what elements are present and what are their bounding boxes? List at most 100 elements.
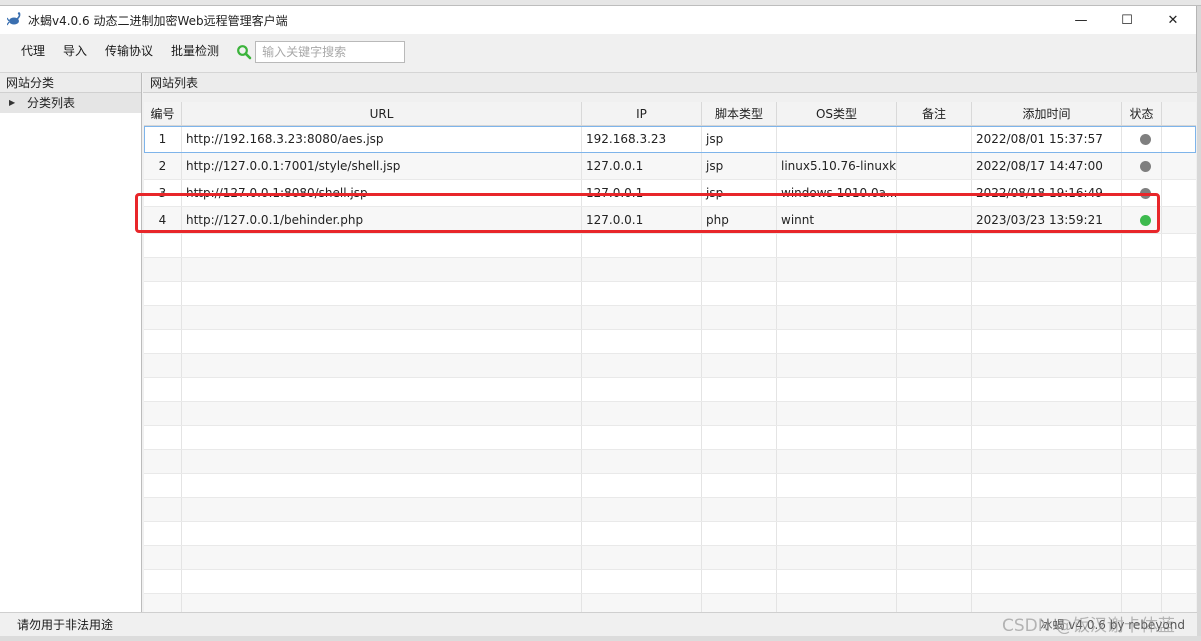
site-list-panel-header: 网站列表 [143,73,1197,93]
empty-cell [972,354,1122,377]
empty-cell [777,402,897,425]
empty-cell [1122,330,1162,353]
empty-cell [1162,522,1196,545]
empty-cell [182,354,582,377]
close-button[interactable]: ✕ [1150,6,1196,34]
main-content: 网站分类 ▶ 分类列表 网站列表 编号 URL IP 脚本类型 OS类型 备注 … [0,72,1197,618]
empty-cell [972,378,1122,401]
empty-cell [1122,258,1162,281]
scorpion-app-icon [6,12,23,28]
empty-table-row [144,378,1196,402]
empty-cell [182,522,582,545]
empty-cell [1162,474,1196,497]
empty-cell [182,498,582,521]
empty-cell [777,522,897,545]
category-panel: 网站分类 ▶ 分类列表 [0,73,142,613]
site-list-panel: 网站列表 编号 URL IP 脚本类型 OS类型 备注 添加时间 状态 1 ht… [143,73,1197,618]
empty-cell [582,546,702,569]
cell-note [897,153,972,179]
empty-table-row [144,354,1196,378]
column-header-url[interactable]: URL [182,102,582,125]
cell-status [1122,153,1162,179]
column-header-os-type[interactable]: OS类型 [777,102,897,125]
empty-cell [702,330,777,353]
empty-cell [777,570,897,593]
empty-cell [777,234,897,257]
empty-cell [972,426,1122,449]
empty-cell [582,258,702,281]
empty-cell [182,282,582,305]
menu-proxy[interactable]: 代理 [12,34,54,69]
empty-table-row [144,234,1196,258]
empty-table-row [144,522,1196,546]
empty-table-row [144,570,1196,594]
table-header: 编号 URL IP 脚本类型 OS类型 备注 添加时间 状态 [144,102,1196,126]
table-row[interactable]: 2 http://127.0.0.1:7001/style/shell.jsp … [144,153,1196,180]
empty-cell [972,522,1122,545]
empty-cell [972,546,1122,569]
empty-cell [1162,354,1196,377]
cell-url: http://192.168.3.23:8080/aes.jsp [182,126,582,152]
column-header-added-time[interactable]: 添加时间 [972,102,1122,125]
cell-ip: 192.168.3.23 [582,126,702,152]
search-input[interactable] [255,40,406,63]
cell-note [897,126,972,152]
empty-cell [702,282,777,305]
empty-table-row [144,474,1196,498]
cell-script-type: jsp [702,153,777,179]
empty-cell [582,234,702,257]
empty-cell [144,234,182,257]
empty-cell [897,474,972,497]
empty-cell [702,306,777,329]
empty-cell [777,498,897,521]
background-window-bottom-strip [0,636,1201,641]
cell-filler [1162,153,1196,179]
close-icon: ✕ [1167,12,1179,28]
empty-cell [1162,258,1196,281]
empty-cell [702,378,777,401]
empty-table-row [144,426,1196,450]
search-box [236,40,406,63]
column-header-filler [1162,102,1196,125]
menu-transport-protocol[interactable]: 传输协议 [96,34,162,69]
empty-table-row [144,306,1196,330]
empty-cell [144,282,182,305]
column-header-id[interactable]: 编号 [144,102,182,125]
tree-item-category-list[interactable]: ▶ 分类列表 [0,93,141,113]
empty-cell [897,450,972,473]
cell-url: http://127.0.0.1:7001/style/shell.jsp [182,153,582,179]
menu-batch-check[interactable]: 批量检测 [162,34,228,69]
table-row[interactable]: 1 http://192.168.3.23:8080/aes.jsp 192.1… [144,126,1196,153]
column-header-ip[interactable]: IP [582,102,702,125]
empty-cell [702,450,777,473]
empty-cell [182,450,582,473]
empty-cell [1162,306,1196,329]
empty-cell [1122,570,1162,593]
column-header-status[interactable]: 状态 [1122,102,1162,125]
empty-cell [144,474,182,497]
empty-cell [582,378,702,401]
maximize-button[interactable]: ☐ [1104,6,1150,34]
empty-cell [777,258,897,281]
empty-cell [702,426,777,449]
expand-arrow-icon[interactable]: ▶ [9,93,27,113]
empty-cell [972,306,1122,329]
column-header-script-type[interactable]: 脚本类型 [702,102,777,125]
column-header-note[interactable]: 备注 [897,102,972,125]
empty-cell [582,306,702,329]
empty-cell [182,426,582,449]
minimize-button[interactable]: — [1058,6,1104,34]
window-controls: — ☐ ✕ [1058,6,1196,34]
search-icon[interactable] [236,44,252,60]
empty-cell [144,330,182,353]
empty-cell [182,330,582,353]
legal-notice: 请勿用于非法用途 [17,618,114,632]
cell-added-time: 2022/08/01 15:37:57 [972,126,1122,152]
empty-cell [1122,402,1162,425]
highlight-annotation [135,193,1160,233]
menu-import[interactable]: 导入 [54,34,96,69]
status-dot-icon [1140,134,1151,145]
status-dot-icon [1140,161,1151,172]
empty-cell [182,378,582,401]
category-panel-header: 网站分类 [0,73,141,93]
